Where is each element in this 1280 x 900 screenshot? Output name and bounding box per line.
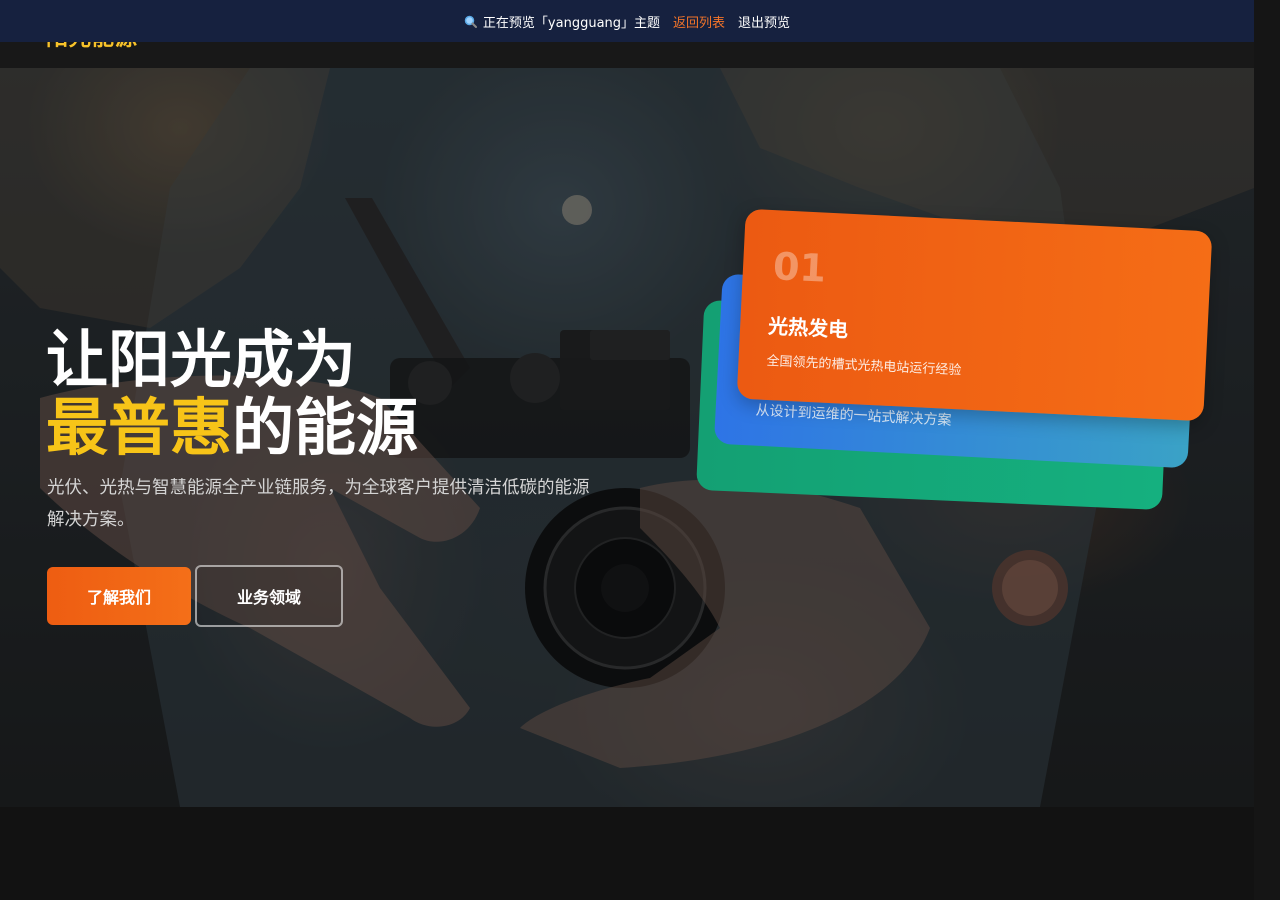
site-header xyxy=(0,42,1254,68)
hero-section: 让阳光成为 最普惠的能源 光伏、光热与智慧能源全产业链服务，为全球客户提供清洁低… xyxy=(0,68,1254,807)
back-to-list-link[interactable]: 返回列表 xyxy=(673,12,725,31)
magnifier-icon xyxy=(464,15,477,28)
hero-subtitle: 光伏、光热与智慧能源全产业链服务，为全球客户提供清洁低碳的能源解决方案。 xyxy=(47,478,590,530)
page: 正在预览「yangguang」主题 返回列表 退出预览 阳光能源 xyxy=(0,0,1280,900)
preview-status-text: 正在预览「yangguang」主题 xyxy=(482,15,661,31)
hero-title-accent: 最普惠 xyxy=(46,391,233,464)
scrollbar-track[interactable] xyxy=(1254,0,1280,900)
hero-title-line1: 让阳光成为 xyxy=(46,323,357,396)
exit-preview-link[interactable]: 退出预览 xyxy=(738,12,790,31)
theme-preview-bar: 正在预览「yangguang」主题 返回列表 退出预览 xyxy=(0,0,1254,42)
about-us-button[interactable]: 了解我们 xyxy=(47,567,191,625)
feature-card-1[interactable]: 01 光热发电 全国领先的槽式光热电站运行经验 xyxy=(736,208,1213,422)
business-areas-button[interactable]: 业务领域 xyxy=(195,565,343,627)
hero-title-rest: 的能源 xyxy=(232,391,419,464)
feature-card-1-number: 01 xyxy=(772,244,828,291)
feature-card-1-desc: 全国领先的槽式光热电站运行经验 xyxy=(766,353,962,379)
hero-title: 让阳光成为 最普惠的能源 xyxy=(46,326,418,462)
feature-card-1-title: 光热发电 xyxy=(767,313,849,342)
